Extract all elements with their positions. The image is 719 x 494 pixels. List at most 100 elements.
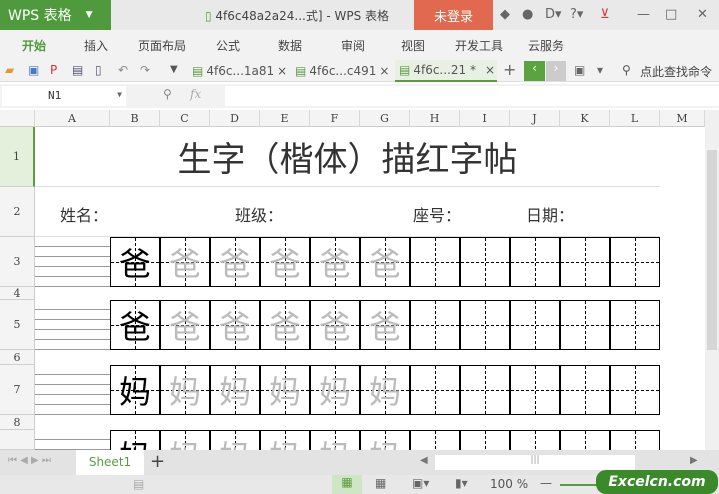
- row-header[interactable]: 4: [0, 287, 35, 300]
- search-icon[interactable]: ⚲: [622, 63, 631, 77]
- tab-prev-icon[interactable]: ‹: [524, 61, 545, 81]
- vertical-scrollbar[interactable]: [705, 110, 719, 450]
- redo-icon[interactable]: ↷: [140, 63, 150, 77]
- practice-cell[interactable]: [610, 365, 660, 415]
- practice-cell[interactable]: 爸: [160, 237, 210, 287]
- practice-cell[interactable]: 爸: [110, 237, 160, 287]
- tab-developer[interactable]: 开发工具: [455, 37, 503, 54]
- practice-cell[interactable]: 妈: [310, 430, 360, 450]
- practice-cell[interactable]: [560, 237, 610, 287]
- new-tab-icon[interactable]: +: [503, 60, 516, 79]
- tab-next-icon[interactable]: ›: [546, 61, 566, 81]
- row-header[interactable]: 3: [0, 237, 35, 287]
- column-header[interactable]: G: [360, 110, 410, 127]
- open-icon[interactable]: ▰: [5, 63, 14, 77]
- horizontal-scrollbar-thumb[interactable]: |||: [435, 455, 635, 470]
- practice-cell[interactable]: 妈: [110, 365, 160, 415]
- practice-cell[interactable]: 爸: [310, 300, 360, 350]
- practice-cell[interactable]: 妈: [110, 430, 160, 450]
- doc-tab-active[interactable]: ▤ 4f6c...21 * ×: [395, 60, 497, 82]
- practice-cell[interactable]: 爸: [360, 237, 410, 287]
- practice-cell[interactable]: [460, 365, 510, 415]
- column-header[interactable]: J: [510, 110, 560, 127]
- column-header[interactable]: C: [160, 110, 210, 127]
- print-preview-icon[interactable]: ▯: [95, 63, 102, 77]
- settings-icon[interactable]: ●: [522, 7, 533, 22]
- column-header[interactable]: L: [610, 110, 660, 127]
- practice-cell[interactable]: 妈: [160, 365, 210, 415]
- practice-cell[interactable]: 妈: [260, 365, 310, 415]
- practice-cell[interactable]: [510, 300, 560, 350]
- download-icon[interactable]: ⊻: [600, 7, 610, 22]
- zoom-level[interactable]: 100 %: [490, 477, 528, 491]
- app-menu-button[interactable]: WPS 表格 ▼: [0, 0, 111, 30]
- command-search[interactable]: 点此查找命令: [640, 63, 712, 80]
- practice-cell[interactable]: [410, 300, 460, 350]
- screen-icon[interactable]: ▣: [574, 63, 585, 77]
- doc-tab[interactable]: ▤ 4f6c...c491 ×: [295, 60, 389, 82]
- column-header[interactable]: H: [410, 110, 460, 127]
- column-header[interactable]: D: [210, 110, 260, 127]
- sheet-title-cell[interactable]: 生字（楷体）描红字帖: [35, 127, 660, 187]
- reading-layout-icon[interactable]: ▣▾: [412, 476, 429, 490]
- tab-page-layout[interactable]: 页面布局: [138, 37, 186, 54]
- tab-review[interactable]: 审阅: [341, 37, 365, 54]
- practice-cell[interactable]: [610, 430, 660, 450]
- practice-cell[interactable]: [460, 300, 510, 350]
- function-icon[interactable]: fx: [190, 87, 201, 101]
- practice-cell[interactable]: 爸: [160, 300, 210, 350]
- row-header[interactable]: 1: [0, 127, 35, 187]
- scroll-right-icon[interactable]: ▶: [690, 455, 698, 466]
- export-pdf-icon[interactable]: P: [50, 63, 57, 77]
- formula-input[interactable]: [225, 86, 719, 106]
- column-header[interactable]: K: [560, 110, 610, 127]
- close-tab-icon[interactable]: ×: [379, 64, 389, 78]
- eye-protection-icon[interactable]: ▮▾: [455, 476, 468, 490]
- name-box[interactable]: N1 ▼: [2, 86, 126, 106]
- practice-cell[interactable]: 爸: [360, 300, 410, 350]
- row-header[interactable]: 5: [0, 300, 35, 350]
- select-all-corner[interactable]: [0, 110, 35, 127]
- close-tab-icon[interactable]: ×: [485, 63, 495, 77]
- practice-cell[interactable]: [460, 430, 510, 450]
- practice-cell[interactable]: 妈: [360, 430, 410, 450]
- maximize-icon[interactable]: □: [665, 7, 677, 22]
- print-icon[interactable]: ▤: [72, 63, 83, 77]
- chevron-down-icon[interactable]: ▼: [117, 90, 122, 99]
- practice-cell[interactable]: 爸: [210, 237, 260, 287]
- practice-cell[interactable]: [410, 430, 460, 450]
- feedback-icon[interactable]: D▾: [545, 7, 562, 22]
- sheet-nav-icons[interactable]: ⏮ ◀ ▶ ⏭: [8, 455, 51, 466]
- sheet-tab[interactable]: Sheet1: [76, 450, 144, 475]
- practice-cell[interactable]: 爸: [210, 300, 260, 350]
- tab-insert[interactable]: 插入: [84, 37, 108, 54]
- practice-cell[interactable]: [460, 237, 510, 287]
- tab-cloud[interactable]: 云服务: [528, 37, 564, 54]
- practice-cell[interactable]: 爸: [310, 237, 360, 287]
- practice-cell[interactable]: [610, 300, 660, 350]
- practice-cell[interactable]: [510, 430, 560, 450]
- practice-cell[interactable]: 爸: [110, 300, 160, 350]
- row-header[interactable]: 6: [0, 350, 35, 365]
- practice-cell[interactable]: 爸: [260, 300, 310, 350]
- practice-cell[interactable]: [410, 365, 460, 415]
- more-dropdown-icon[interactable]: ▼: [170, 64, 178, 75]
- row-header[interactable]: 7: [0, 365, 35, 415]
- undo-icon[interactable]: ↶: [118, 63, 128, 77]
- practice-cell[interactable]: 妈: [260, 430, 310, 450]
- normal-view-icon[interactable]: ▦: [332, 475, 362, 494]
- practice-cell[interactable]: [560, 365, 610, 415]
- practice-cell[interactable]: 妈: [160, 430, 210, 450]
- practice-cell[interactable]: [610, 237, 660, 287]
- tab-data[interactable]: 数据: [278, 37, 302, 54]
- practice-cell[interactable]: [510, 365, 560, 415]
- practice-cell[interactable]: 妈: [310, 365, 360, 415]
- row-header[interactable]: 8: [0, 415, 35, 430]
- tab-view[interactable]: 视图: [401, 37, 425, 54]
- practice-cell[interactable]: 爸: [260, 237, 310, 287]
- add-sheet-icon[interactable]: +: [150, 451, 165, 472]
- column-header[interactable]: I: [460, 110, 510, 127]
- practice-cell[interactable]: [510, 237, 560, 287]
- tab-home[interactable]: 开始: [22, 37, 46, 54]
- scroll-left-icon[interactable]: ◀: [420, 455, 428, 466]
